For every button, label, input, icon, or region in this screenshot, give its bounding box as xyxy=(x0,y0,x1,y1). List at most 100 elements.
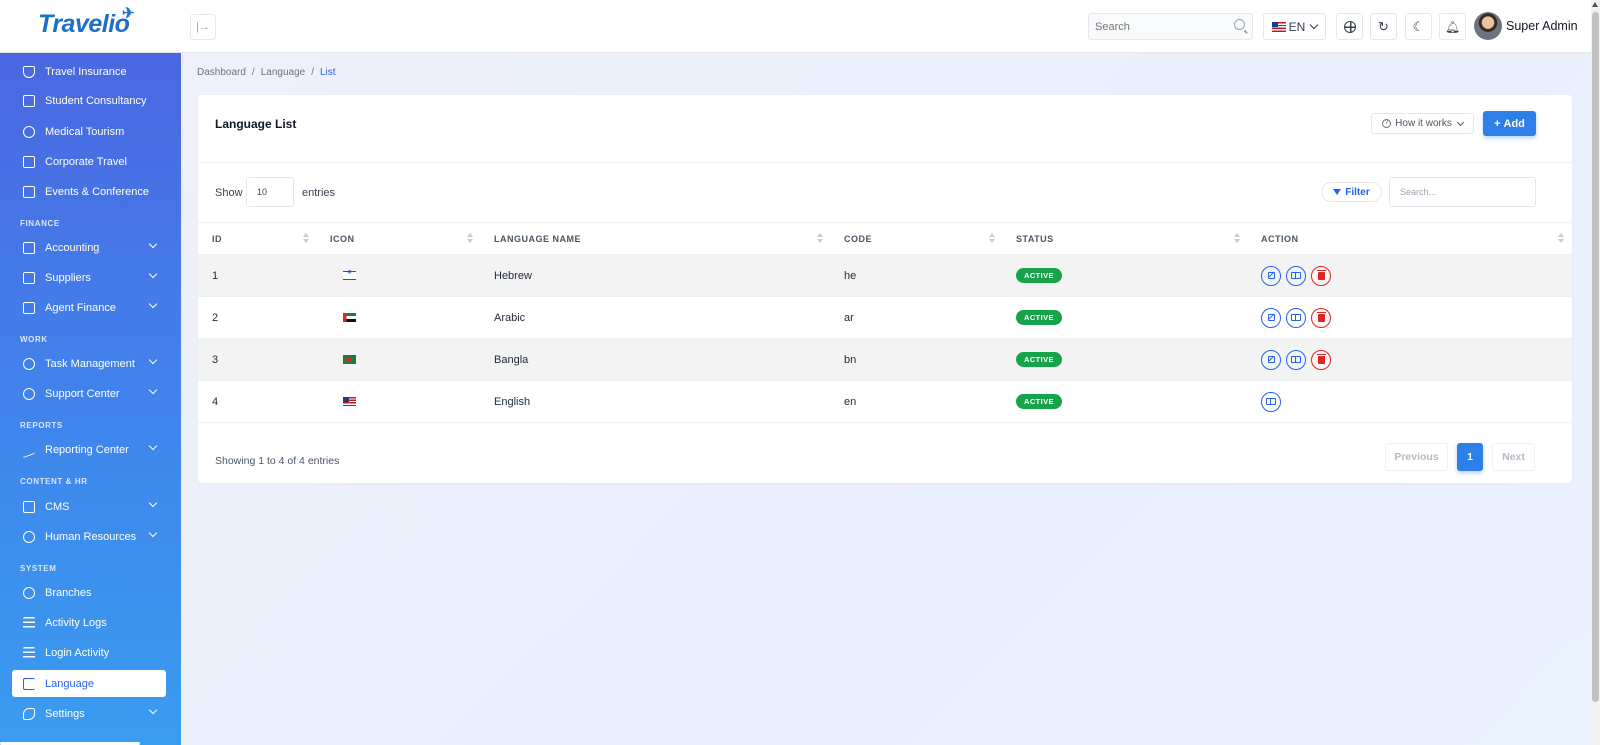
id-card-icon xyxy=(1291,356,1302,363)
sidebar-item-settings[interactable]: Settings xyxy=(12,700,166,727)
edit-button[interactable] xyxy=(1261,307,1281,328)
page-1-button[interactable]: 1 xyxy=(1457,443,1483,471)
list-icon xyxy=(23,616,35,629)
edit-button[interactable] xyxy=(1261,265,1281,286)
trend-line-icon xyxy=(23,441,35,458)
column-header-code[interactable]: CODE xyxy=(831,223,1003,255)
header-search-input[interactable] xyxy=(1089,14,1229,39)
dark-mode-button[interactable]: ☾ xyxy=(1405,13,1432,40)
briefcase-icon xyxy=(23,155,35,168)
column-header-icon[interactable]: ICON xyxy=(317,223,481,255)
sidebar-item-reporting-center[interactable]: Reporting Center xyxy=(12,436,166,463)
edit-button[interactable] xyxy=(1261,349,1281,370)
status-badge: ACTIVE xyxy=(1016,310,1062,325)
sidebar-collapse-button[interactable]: |→ xyxy=(190,14,216,40)
sidebar-item-agent-finance[interactable]: Agent Finance xyxy=(12,294,166,321)
sidebar-item-accounting[interactable]: Accounting xyxy=(12,234,166,261)
breadcrumb-separator: / xyxy=(311,67,314,78)
cell-language-name: Arabic xyxy=(494,311,526,324)
sidebar-item-activity-logs[interactable]: Activity Logs xyxy=(12,609,166,636)
sidebar-item-label: Task Management xyxy=(45,357,135,370)
sidebar-item-task-management[interactable]: Task Management xyxy=(12,350,166,377)
briefcase-icon xyxy=(23,271,35,284)
search-icon[interactable] xyxy=(1234,19,1245,30)
breadcrumb-language[interactable]: Language xyxy=(261,67,306,78)
column-header-label: LANGUAGE NAME xyxy=(494,233,581,244)
sidebar-item-branches[interactable]: Branches xyxy=(12,579,166,606)
sidebar-item-label: Events & Conference xyxy=(45,185,149,198)
chevron-down-icon xyxy=(148,239,158,249)
table-header-row: ID ICON LANGUAGE NAME CODE STATUS ACTION xyxy=(198,222,1572,255)
previous-page-button[interactable]: Previous xyxy=(1385,443,1448,471)
sidebar-item-login-activity[interactable]: Login Activity xyxy=(12,639,166,666)
delete-button[interactable] xyxy=(1311,349,1332,370)
pagination-summary: Showing 1 to 4 of 4 entries xyxy=(215,455,340,467)
sidebar-item-label: Agent Finance xyxy=(45,301,116,314)
view-button[interactable] xyxy=(1286,349,1307,370)
sidebar-item-travel-insurance[interactable]: Travel Insurance xyxy=(12,58,166,85)
sidebar-item-suppliers[interactable]: Suppliers xyxy=(12,264,166,291)
chevron-down-icon xyxy=(148,385,158,395)
add-button[interactable]: + Add xyxy=(1483,111,1536,136)
column-header-label: ACTION xyxy=(1261,233,1299,244)
wrench-icon xyxy=(23,707,35,720)
moon-icon: ☾ xyxy=(1412,18,1425,34)
notifications-button[interactable]: 🔔︎ xyxy=(1439,13,1466,40)
page-scrollbar[interactable] xyxy=(1591,0,1600,745)
us-flag-icon xyxy=(1271,21,1286,32)
table-row: 1 Hebrew he ACTIVE xyxy=(198,254,1572,297)
view-button[interactable] xyxy=(1286,265,1307,286)
sidebar-item-human-resources[interactable]: Human Resources xyxy=(12,523,166,550)
status-badge: ACTIVE xyxy=(1016,268,1062,283)
edit-icon xyxy=(1267,272,1275,279)
view-button[interactable] xyxy=(1286,307,1307,328)
column-header-label: STATUS xyxy=(1016,233,1054,244)
column-header-id[interactable]: ID xyxy=(198,223,317,255)
next-page-button[interactable]: Next xyxy=(1492,443,1535,471)
top-header: Travelio ✈ |→ EN ↻ ☾ 🔔︎ Super Admin xyxy=(0,0,1591,53)
lifebuoy-icon xyxy=(23,387,35,400)
table-search-input[interactable]: Search... xyxy=(1389,177,1536,207)
sidebar-item-support-center[interactable]: Support Center xyxy=(12,380,166,407)
sidebar-item-corporate-travel[interactable]: Corporate Travel xyxy=(12,148,166,175)
breadcrumb-dashboard[interactable]: Dashboard xyxy=(197,67,246,78)
sort-icon xyxy=(817,233,823,243)
delete-button[interactable] xyxy=(1311,265,1332,286)
sidebar-item-language[interactable]: Language xyxy=(12,670,166,697)
globe-button[interactable] xyxy=(1336,13,1363,40)
page-size-input[interactable]: 10 xyxy=(246,177,294,207)
language-selector[interactable]: EN xyxy=(1263,13,1326,40)
view-button[interactable] xyxy=(1261,391,1281,412)
refresh-button[interactable]: ↻ xyxy=(1370,13,1397,40)
language-list-card: Language List ? How it works + Add Show … xyxy=(198,95,1572,483)
plus-icon: + xyxy=(1494,117,1501,130)
sidebar-item-label: Human Resources xyxy=(45,530,137,543)
cell-code: en xyxy=(844,395,857,408)
sidebar-item-label: Login Activity xyxy=(45,646,110,659)
scroll-up-arrow-icon[interactable] xyxy=(1592,2,1598,7)
how-it-works-button[interactable]: ? How it works xyxy=(1371,113,1474,134)
column-header-language-name[interactable]: LANGUAGE NAME xyxy=(481,223,831,255)
user-menu[interactable]: Super Admin xyxy=(1474,12,1578,40)
cell-code: bn xyxy=(844,353,857,366)
sidebar-item-events-conference[interactable]: Events & Conference xyxy=(12,178,166,205)
scrollbar-thumb[interactable] xyxy=(1592,12,1599,702)
sidebar-item-label: Student Consultancy xyxy=(45,94,147,107)
column-header-status[interactable]: STATUS xyxy=(1003,223,1248,255)
sidebar-item-label: CMS xyxy=(45,500,70,513)
add-label: Add xyxy=(1503,117,1525,130)
column-header-action[interactable]: ACTION xyxy=(1248,223,1572,255)
filter-button[interactable]: Filter xyxy=(1321,182,1382,202)
header-search[interactable] xyxy=(1088,13,1253,40)
delete-button[interactable] xyxy=(1311,307,1332,328)
cell-id: 4 xyxy=(212,395,219,408)
bangladesh-flag-icon xyxy=(343,355,356,365)
sidebar-item-cms[interactable]: CMS xyxy=(12,493,166,520)
travelio-logo[interactable]: Travelio ✈ xyxy=(38,5,135,39)
sidebar-item-medical-tourism[interactable]: Medical Tourism xyxy=(12,118,166,145)
logo-text: Travelio xyxy=(38,10,130,38)
us-flag-icon xyxy=(343,397,356,407)
list-icon xyxy=(23,646,35,659)
trash-icon xyxy=(1316,311,1326,322)
sidebar-item-student-consultancy[interactable]: Student Consultancy xyxy=(12,87,166,114)
